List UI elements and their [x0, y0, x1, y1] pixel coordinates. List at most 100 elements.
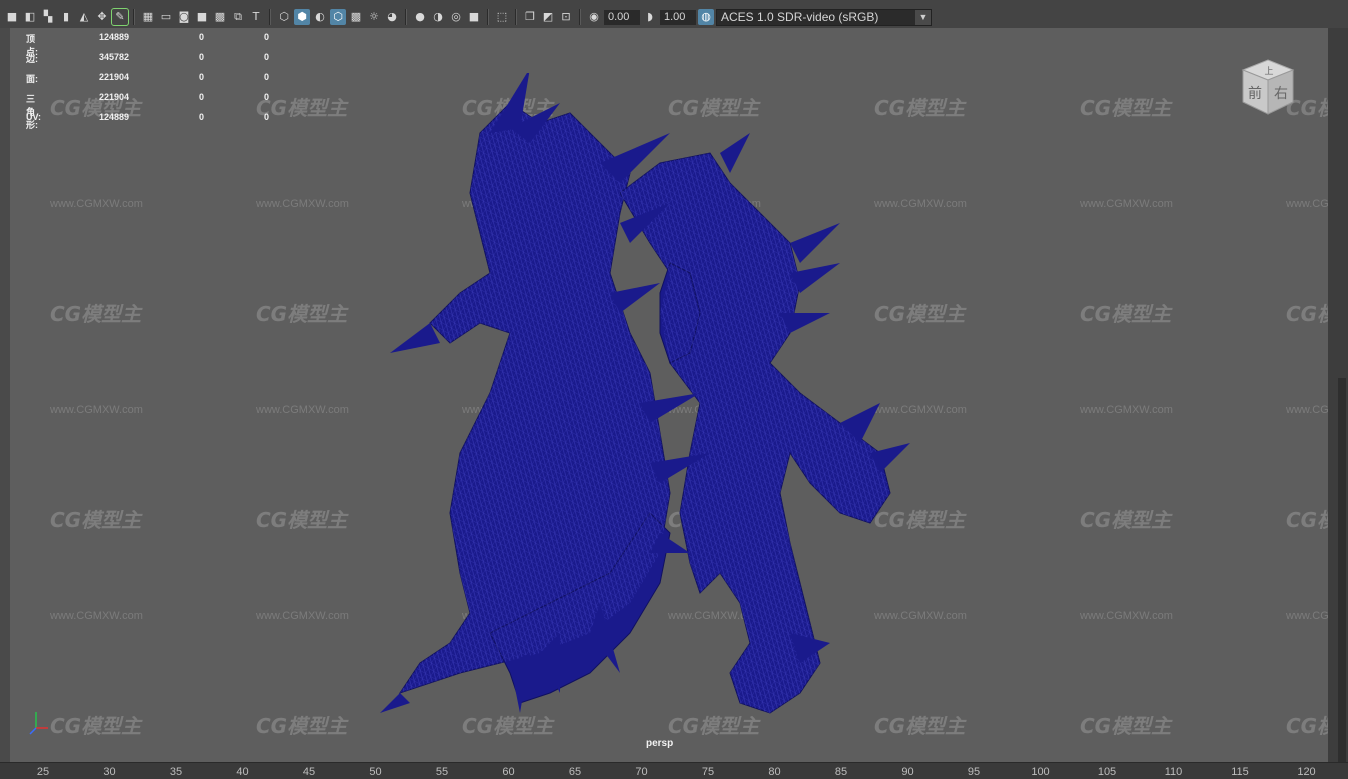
motion-blur-icon[interactable]: ● [412, 9, 428, 25]
watermark-url: www.CGMXW.com [50, 198, 143, 210]
hud-value: 0 [264, 32, 270, 42]
viewport-right-border [1328, 28, 1348, 778]
hud-value: 0 [264, 112, 270, 122]
smooth-shade-icon[interactable]: ⬢ [294, 9, 310, 25]
shadows-icon[interactable]: ☼ [366, 9, 382, 25]
toolbar-separator [579, 9, 581, 25]
watermark-logo: CG模型主 [50, 714, 142, 738]
hud-value: 345782 [99, 52, 130, 62]
view-cube-top-label: 上 [1264, 66, 1273, 77]
ruler-tick-label: 35 [169, 766, 183, 778]
hud-value: 0 [264, 72, 270, 82]
scrollbar[interactable] [1338, 378, 1346, 778]
safe-action-icon[interactable]: ⧉ [230, 9, 246, 25]
time-slider-ruler[interactable]: 25 30 35 40 45 50 55 60 65 70 75 80 85 90 95 100 105 110 1… [0, 762, 1348, 779]
toolbar-separator [515, 9, 517, 25]
anti-aliasing-icon[interactable]: ◑ [430, 9, 446, 25]
wireframe-creature-model[interactable] [370, 73, 930, 733]
ruler-tick-label: 30 [103, 766, 116, 778]
ruler-tick-label: 90 [901, 766, 914, 778]
hud-value: 0 [199, 112, 205, 122]
ruler-tick-label: 95 [967, 766, 981, 778]
grid-icon[interactable]: ▦ [140, 9, 156, 25]
watermark-logo: CG模型主 [1080, 302, 1172, 326]
image-plane-icon[interactable]: ▮ [58, 9, 74, 25]
viewport-toolbar: ■ ◧ ▚ ▮ ◭ ✥ ✎ ▦ ▭ ◙ ■ ▩ ⧉ T ⬡ ⬢ ◐ ⬡ ▩ ☼ … [0, 6, 1348, 28]
bookmark-icon[interactable]: ▚ [40, 9, 56, 25]
hud-value: 0 [264, 92, 270, 102]
color-management-select[interactable]: ACES 1.0 SDR-video (sRGB) ▼ [716, 8, 932, 26]
depth-of-field-icon[interactable]: ◎ [448, 9, 464, 25]
wireframe-on-shaded-icon[interactable]: ◐ [312, 9, 328, 25]
hud-value: 124889 [99, 32, 130, 42]
hud-value: 0 [199, 92, 205, 102]
viewport-panel[interactable]: CG模型主 CG模型主 CG模型主 CG模型主 CG模型主 CG模型主 CG模型主 CG模型主… [10, 28, 1328, 762]
ruler-tick-label: 80 [768, 766, 781, 778]
grease-pencil-icon[interactable]: ✎ [111, 8, 129, 26]
2d-pan-zoom-icon[interactable]: ◭ [76, 9, 92, 25]
ruler-tick-label: 50 [369, 766, 382, 778]
wireframe-icon[interactable]: ⬡ [276, 9, 292, 25]
exposure-field[interactable]: 0.00 [604, 9, 640, 25]
gamma-icon[interactable]: ◗ [642, 9, 658, 25]
camera-select-icon[interactable]: ■ [4, 9, 20, 25]
use-all-lights-icon[interactable]: ▩ [348, 9, 364, 25]
xray-joints-icon[interactable]: ❐ [522, 9, 538, 25]
watermark-url: www.CGMXW.com [1286, 610, 1328, 622]
watermark-logo: CG模型主 [1080, 714, 1172, 738]
ruler-tick-label: 60 [502, 766, 515, 778]
ruler-tick-label: 110 [1164, 766, 1183, 778]
watermark-logo: CG模型主 [1080, 508, 1172, 532]
xray-icon[interactable]: ⬚ [494, 9, 510, 25]
watermark-url: www.CGMXW.com [1080, 610, 1173, 622]
gate-mask-icon[interactable]: ■ [194, 9, 210, 25]
chevron-down-icon[interactable]: ▼ [915, 9, 931, 25]
watermark-url: www.CGMXW.com [256, 198, 349, 210]
watermark-logo: CG模型主 [1286, 714, 1328, 738]
safe-title-icon[interactable]: T [248, 9, 264, 25]
exposure-icon[interactable]: ◉ [586, 9, 602, 25]
isolate-select-icon[interactable]: ■ [466, 9, 482, 25]
watermark-url: www.CGMXW.com [50, 610, 143, 622]
watermark-url: www.CGMXW.com [256, 404, 349, 416]
field-chart-icon[interactable]: ▩ [212, 9, 228, 25]
ruler-tick-label: 85 [834, 766, 848, 778]
xray-active-components-icon[interactable]: ⊡ [558, 9, 574, 25]
hud-value: 221904 [99, 72, 130, 82]
watermark-url: www.CGMXW.com [1286, 198, 1328, 210]
ruler-tick-label: 70 [635, 766, 648, 778]
hud-value: 0 [199, 52, 205, 62]
watermark-logo: CG模型主 [1286, 508, 1328, 532]
screen-space-ao-icon[interactable]: ◕ [384, 9, 400, 25]
watermark-logo: CG模型主 [1286, 302, 1328, 326]
ruler-tick-label: 65 [568, 766, 582, 778]
ruler-tick-label: 115 [1231, 766, 1249, 778]
resolution-gate-icon[interactable]: ◙ [176, 9, 192, 25]
camera-attributes-icon[interactable]: ◧ [22, 9, 38, 25]
xray-active-components-icon[interactable]: ◩ [540, 9, 556, 25]
color-management-value: ACES 1.0 SDR-video (sRGB) [721, 10, 879, 24]
watermark-url: www.CGMXW.com [256, 610, 349, 622]
ruler-tick-label: 100 [1031, 766, 1050, 778]
watermark-logo: CG模型主 [50, 508, 142, 532]
watermark-logo: CG模型主 [256, 714, 348, 738]
toolbar-separator [133, 9, 135, 25]
camera-name-label: persp [646, 738, 674, 749]
watermark-logo: CG模型主 [256, 96, 348, 120]
watermark-url: www.CGMXW.com [1080, 198, 1173, 210]
hud-label: UV: [26, 112, 42, 122]
view-cube-front-label: 前 [1248, 85, 1262, 102]
view-cube[interactable]: 上 前 右 [1233, 52, 1303, 122]
hud-label: 边: [26, 54, 38, 64]
grease-pencil-icon[interactable]: ✥ [94, 9, 110, 25]
hud-value: 0 [264, 52, 270, 62]
ruler-tick-label: 75 [701, 766, 715, 778]
watermark-url: www.CGMXW.com [1286, 404, 1328, 416]
watermark-url: www.CGMXW.com [1080, 404, 1173, 416]
toolbar-separator [269, 9, 271, 25]
film-gate-icon[interactable]: ▭ [158, 9, 174, 25]
hud-label: 面: [26, 74, 38, 84]
gamma-field[interactable]: 1.00 [660, 9, 696, 25]
textured-icon[interactable]: ⬡ [330, 9, 346, 25]
color-management-icon[interactable]: ◍ [698, 9, 714, 25]
